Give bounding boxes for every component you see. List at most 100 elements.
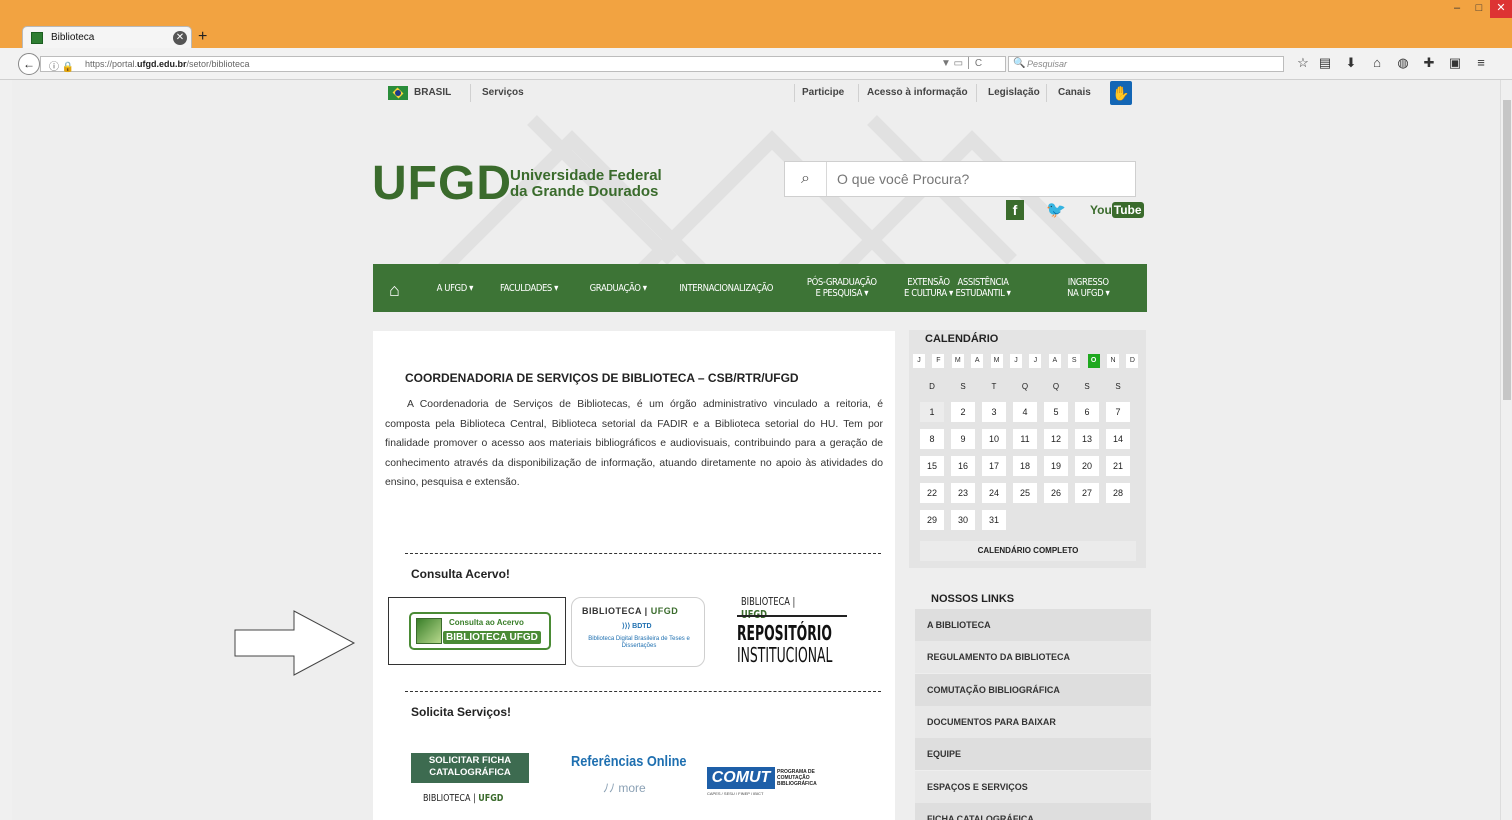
site-search[interactable]: ⌕ O que você Procura? bbox=[784, 161, 1136, 197]
calendar-day[interactable]: 28 bbox=[1106, 483, 1130, 503]
bdtd-link[interactable]: BIBLIOTECA | UFGD ⟩⟩⟩ BDTD Biblioteca Di… bbox=[571, 597, 705, 667]
calendar-day[interactable]: 4 bbox=[1013, 402, 1037, 422]
facebook-icon[interactable]: f bbox=[1006, 200, 1024, 220]
gov-canais-link[interactable]: Canais bbox=[1058, 87, 1091, 98]
maximize-button[interactable]: □ bbox=[1468, 0, 1490, 18]
calendar-day[interactable]: 3 bbox=[982, 402, 1006, 422]
calendar-day[interactable]: 22 bbox=[920, 483, 944, 503]
calendar-day[interactable]: 23 bbox=[951, 483, 975, 503]
nav-pos-graduacao[interactable]: PÓS-GRADUAÇÃO E PESQUISA ▾ bbox=[801, 264, 883, 312]
site-info-icon[interactable]: ⓘ 🔒 bbox=[49, 58, 74, 73]
calendar-day[interactable]: 14 bbox=[1106, 429, 1130, 449]
comut-link[interactable]: COMUT PROGRAMA DE COMUTAÇÃO BIBLIOGRÁFIC… bbox=[707, 763, 837, 797]
calendar-day[interactable]: 7 bbox=[1106, 402, 1130, 422]
scroll-thumb[interactable] bbox=[1503, 100, 1511, 400]
reload-icon[interactable]: ▼ ▭ │ C bbox=[941, 58, 982, 69]
month-button[interactable]: A bbox=[1048, 354, 1061, 368]
month-button[interactable]: J bbox=[1029, 354, 1042, 368]
calendar-day[interactable]: 19 bbox=[1044, 456, 1068, 476]
consulta-acervo-button[interactable]: Consulta ao Acervo BIBLIOTECA UFGD bbox=[409, 612, 551, 650]
twitter-icon[interactable]: 🐦 bbox=[1046, 200, 1066, 220]
nav-internacionalizacao[interactable]: INTERNACIONALIZAÇÃO bbox=[671, 264, 782, 312]
calendar-day[interactable]: 21 bbox=[1106, 456, 1130, 476]
calendar-day[interactable]: 1 bbox=[920, 402, 944, 422]
link-item[interactable]: DOCUMENTOS PARA BAIXAR bbox=[915, 705, 1151, 738]
pocket-icon[interactable]: ◍ bbox=[1394, 54, 1412, 72]
calendar-day[interactable]: 24 bbox=[982, 483, 1006, 503]
calendar-day[interactable]: 10 bbox=[982, 429, 1006, 449]
calendar-day[interactable]: 30 bbox=[951, 510, 975, 530]
nav-assistencia[interactable]: ASSISTÊNCIA ESTUDANTIL ▾ bbox=[949, 264, 1017, 312]
ufgd-logo[interactable]: UFGD Universidade Federal da Grande Dour… bbox=[372, 160, 662, 208]
calendar-day[interactable]: 20 bbox=[1075, 456, 1099, 476]
calendar-day[interactable]: 16 bbox=[951, 456, 975, 476]
month-button[interactable]: N bbox=[1107, 354, 1119, 368]
new-tab-button[interactable]: + bbox=[198, 28, 207, 46]
nav-ingresso[interactable]: INGRESSO NA UFGD ▾ bbox=[1061, 264, 1115, 312]
gov-legislacao-link[interactable]: Legislação bbox=[988, 87, 1040, 98]
month-button[interactable]: F bbox=[932, 354, 945, 368]
home-icon[interactable]: ⌂ bbox=[1368, 54, 1386, 72]
link-item[interactable]: FICHA CATALOGRÁFICA bbox=[915, 802, 1151, 820]
link-item[interactable]: REGULAMENTO DA BIBLIOTECA bbox=[915, 641, 1151, 674]
calendar-day[interactable]: 15 bbox=[920, 456, 944, 476]
calendar-day[interactable]: 17 bbox=[982, 456, 1006, 476]
calendar-day[interactable]: 18 bbox=[1013, 456, 1037, 476]
accessibility-icon[interactable]: ✋ bbox=[1110, 81, 1132, 105]
gov-acesso-link[interactable]: Acesso à informação bbox=[867, 87, 968, 98]
star-icon[interactable]: ☆ bbox=[1294, 54, 1312, 72]
link-item[interactable]: EQUIPE bbox=[915, 738, 1151, 771]
nav-graduacao[interactable]: GRADUAÇÃO ▾ bbox=[585, 264, 651, 312]
repositorio-link[interactable]: BIBLIOTECA | UFGD REPOSITÓRIO INSTITUCIO… bbox=[735, 593, 849, 671]
month-button[interactable]: S bbox=[1068, 354, 1081, 368]
calendar-day[interactable]: 27 bbox=[1075, 483, 1099, 503]
minimize-button[interactable]: – bbox=[1446, 0, 1468, 18]
month-button[interactable]: M bbox=[990, 354, 1003, 368]
calendar-day[interactable]: 13 bbox=[1075, 429, 1099, 449]
search-icon[interactable]: ⌕ bbox=[785, 162, 827, 196]
calendar-day[interactable]: 12 bbox=[1044, 429, 1068, 449]
calendar-day[interactable]: 25 bbox=[1013, 483, 1037, 503]
calendar-day[interactable]: 9 bbox=[951, 429, 975, 449]
close-window-button[interactable]: ✕ bbox=[1490, 0, 1512, 18]
scrollbar[interactable] bbox=[1500, 80, 1512, 820]
addon-icon[interactable]: ✚ bbox=[1420, 54, 1438, 72]
back-button[interactable]: ← bbox=[18, 53, 40, 75]
calendar-day[interactable]: 2 bbox=[951, 402, 975, 422]
browser-search-bar[interactable]: 🔍 Pesquisar bbox=[1008, 56, 1284, 72]
month-button[interactable]: O bbox=[1087, 354, 1100, 368]
ficha-catalografica-link[interactable]: SOLICITAR FICHA CATALOGRÁFICA BIBLIOTECA… bbox=[411, 753, 531, 811]
month-button[interactable]: J bbox=[913, 354, 925, 368]
calendar-full-link[interactable]: CALENDÁRIO COMPLETO bbox=[920, 541, 1136, 561]
nav-faculdades[interactable]: FACULDADES ▾ bbox=[495, 264, 563, 312]
month-button[interactable]: D bbox=[1126, 354, 1139, 368]
gov-participe-link[interactable]: Participe bbox=[802, 87, 844, 98]
calendar-day[interactable]: 31 bbox=[982, 510, 1006, 530]
month-button[interactable]: A bbox=[971, 354, 984, 368]
download-icon[interactable]: ⬇ bbox=[1342, 54, 1360, 72]
link-item[interactable]: A BIBLIOTECA bbox=[915, 609, 1151, 641]
tab-close-icon[interactable]: ✕ bbox=[173, 31, 187, 45]
month-button[interactable]: M bbox=[951, 354, 964, 368]
youtube-icon[interactable]: You Tube bbox=[1090, 200, 1144, 220]
browser-tab[interactable]: Biblioteca ✕ bbox=[22, 26, 192, 48]
calendar-day[interactable]: 5 bbox=[1044, 402, 1068, 422]
site-search-input[interactable]: O que você Procura? bbox=[837, 171, 969, 187]
calendar-day[interactable]: 8 bbox=[920, 429, 944, 449]
calendar-day[interactable]: 26 bbox=[1044, 483, 1068, 503]
screenshot-icon[interactable]: ▣ bbox=[1446, 54, 1464, 72]
calendar-day[interactable]: 29 bbox=[920, 510, 944, 530]
menu-icon[interactable]: ≡ bbox=[1472, 54, 1490, 72]
reading-list-icon[interactable]: ▤ bbox=[1316, 54, 1334, 72]
url-bar[interactable]: ⓘ 🔒 https://portal.ufgd.edu.br/setor/bib… bbox=[40, 56, 1006, 73]
home-icon[interactable]: ⌂ bbox=[389, 280, 400, 301]
calendar-day[interactable]: 6 bbox=[1075, 402, 1099, 422]
month-button[interactable]: J bbox=[1010, 354, 1022, 368]
nav-a-ufgd[interactable]: A UFGD ▾ bbox=[431, 264, 479, 312]
link-item[interactable]: COMUTAÇÃO BIBLIOGRÁFICA bbox=[915, 673, 1151, 706]
gov-servicos-link[interactable]: Serviços bbox=[482, 87, 524, 98]
gov-brasil-link[interactable]: BRASIL bbox=[414, 87, 451, 98]
referencias-online-link[interactable]: Referências Online ﾉﾉ more bbox=[571, 753, 701, 811]
link-item[interactable]: ESPAÇOS E SERVIÇOS bbox=[915, 770, 1151, 803]
calendar-day[interactable]: 11 bbox=[1013, 429, 1037, 449]
